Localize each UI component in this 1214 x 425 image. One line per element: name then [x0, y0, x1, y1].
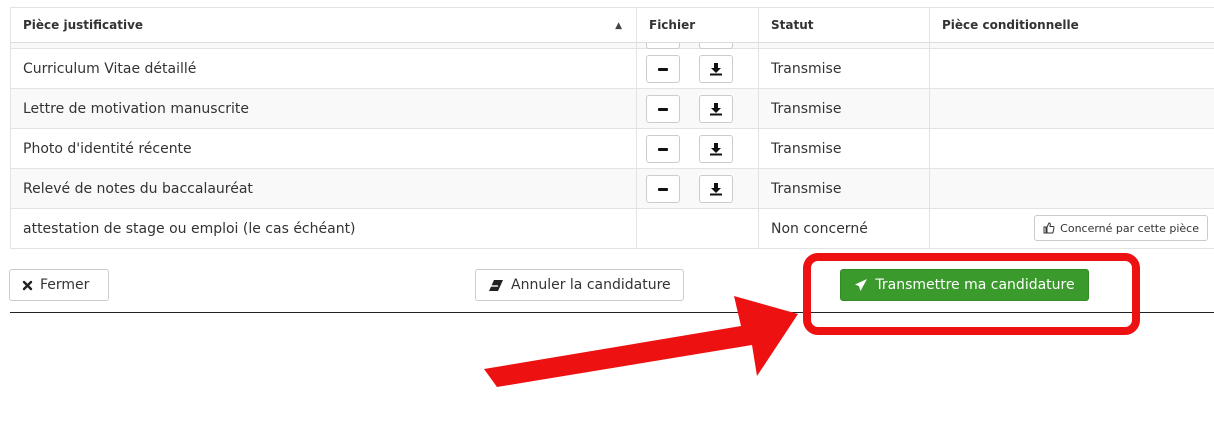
- red-arrow-icon: [484, 296, 798, 387]
